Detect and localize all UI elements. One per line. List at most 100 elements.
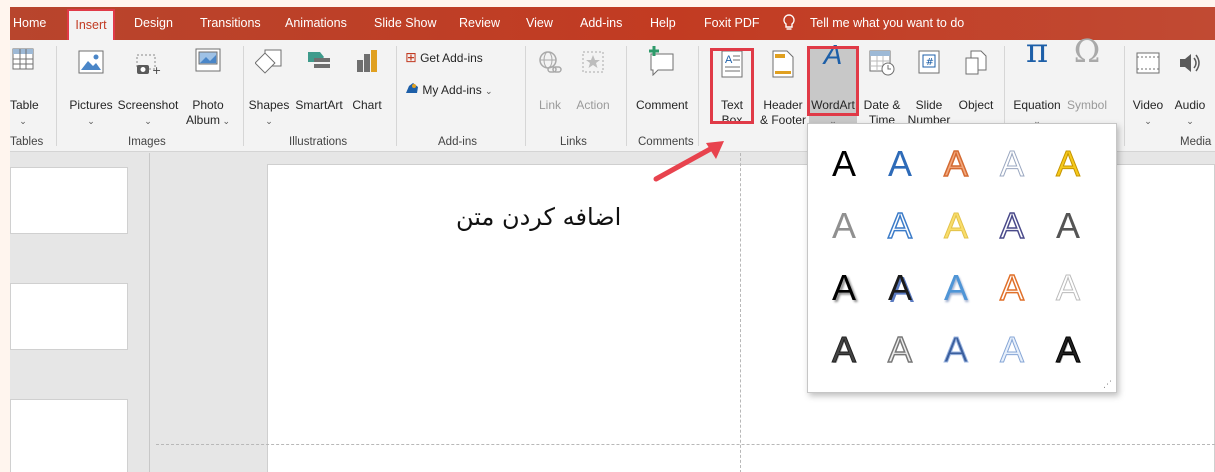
slide-thumbnail[interactable] [10,167,128,234]
wordart-style-black-blue-shadow[interactable]: A [872,260,928,316]
wordart-style-pattern-blue[interactable]: A [928,322,984,378]
resize-grip-icon[interactable]: ⋰ [1103,379,1112,390]
get-add-ins-label: Get Add-ins [420,51,483,65]
chevron-down-icon: ⌄ [485,86,493,96]
divider [396,46,397,146]
store-icon: ⊞ [405,49,417,65]
slide-number-label-1: Slide [915,98,943,112]
wordart-style-gold[interactable]: A [1040,136,1096,192]
screenshot-label: Screenshot [117,98,179,112]
wordart-style-yellow-glow[interactable]: A [928,198,984,254]
date-time-button[interactable]: Date & Time [860,46,904,132]
pictures-button[interactable]: Pictures ⌄ [68,46,114,132]
link-icon [538,50,562,79]
photo-album-label-1: Photo [192,98,224,112]
slide-thumbnail[interactable] [10,399,128,472]
guide-horizontal[interactable] [156,444,1215,445]
smartart-button[interactable]: SmartArt [292,46,346,132]
pane-splitter[interactable] [149,153,150,472]
wordart-style-black-shadow[interactable]: A [816,260,872,316]
action-button[interactable]: Action [572,46,614,132]
red-arrow-icon [653,141,724,182]
wordart-button[interactable]: A WordArt ⌄ [809,39,857,130]
shapes-button[interactable]: Shapes ⌄ [248,46,290,132]
table-icon [12,48,34,73]
wordart-style-blue-outline[interactable]: A [872,198,928,254]
divider [243,46,244,146]
my-add-ins-button[interactable]: My Add-ins ⌄ [405,82,493,102]
pi-icon: π [1025,31,1049,71]
slide-number-icon: # [918,50,940,77]
wordart-style-pale-blue[interactable]: A [984,322,1040,378]
wordart-style-gray[interactable]: A [816,198,872,254]
wordart-style-orange-outline[interactable]: A [928,136,984,192]
tab-add-ins[interactable]: Add-ins [580,16,622,30]
wordart-gallery: A A A A A A A A A A A A A A A A A A A A … [807,123,1117,393]
tab-slide-show[interactable]: Slide Show [374,16,437,30]
photo-album-button[interactable]: Photo Album ⌄ [182,46,234,132]
tab-animations[interactable]: Animations [285,16,347,30]
symbol-button[interactable]: Ω Symbol [1064,35,1110,132]
comment-label: Comment [635,98,688,112]
svg-text:A: A [725,54,733,66]
tab-view[interactable]: View [526,16,553,30]
text-box-label-1: Text [720,98,743,112]
picture-icon [78,50,104,77]
equation-button[interactable]: π Equation ⌄ [1010,31,1064,132]
group-illustrations: Illustrations [289,136,348,148]
wordart-style-double-outline[interactable]: A [984,198,1040,254]
wordart-style-dark-gray[interactable]: A [1040,198,1096,254]
wordart-style-pattern-light[interactable]: A [872,322,928,378]
comment-button[interactable]: Comment [630,46,694,132]
date-time-label-1: Date & [863,98,901,112]
divider [56,46,57,146]
tab-design[interactable]: Design [134,16,173,30]
screenshot-button[interactable]: + Screenshot ⌄ [116,46,180,132]
audio-button[interactable]: Audio ⌄ [1170,46,1210,132]
link-label: Link [538,98,561,112]
object-button[interactable]: Object [954,46,998,132]
my-add-ins-label: My Add-ins [422,83,482,97]
table-button[interactable]: Table ⌄ [10,46,39,132]
header-footer-button[interactable]: Header & Footer [758,46,808,132]
group-images: Images [128,136,166,148]
tab-insert[interactable]: Insert [67,9,115,40]
slide-number-button[interactable]: # Slide Number [904,46,954,132]
comment-icon [648,46,676,79]
wordart-style-pattern-gray[interactable]: A [816,322,872,378]
object-label: Object [958,98,994,112]
tab-transitions[interactable]: Transitions [200,16,261,30]
slide-thumbnail-pane [10,153,150,472]
chevron-down-icon: ⌄ [19,116,27,126]
wordart-style-orange-hollow[interactable]: A [984,260,1040,316]
shapes-label: Shapes [248,98,290,112]
chart-button[interactable]: Chart [348,46,386,132]
divider [626,46,627,146]
tab-home[interactable]: Home [13,16,46,30]
wordart-style-white-outline[interactable]: A [984,136,1040,192]
lightbulb-icon [782,13,796,36]
link-button[interactable]: Link [534,46,566,132]
wordart-style-light-outline[interactable]: A [1040,260,1096,316]
text-box-button[interactable]: A Text Box [712,46,752,132]
divider [698,46,699,146]
tab-review[interactable]: Review [459,16,500,30]
wordart-style-fill-blue[interactable]: A [872,136,928,192]
smartart-label: SmartArt [295,98,343,112]
get-add-ins-button[interactable]: ⊞ Get Add-ins [405,50,483,70]
wordart-style-light-blue[interactable]: A [928,260,984,316]
chart-label: Chart [352,98,382,112]
tab-foxit-pdf[interactable]: Foxit PDF [704,16,760,30]
wordart-icon: A [823,39,843,70]
tell-me-search[interactable]: Tell me what you want to do [810,16,964,30]
wordart-style-pattern-black[interactable]: A [1040,322,1096,378]
powerpoint-window: Home Insert Design Transitions Animation… [10,7,1215,472]
tab-help[interactable]: Help [650,16,676,30]
wordart-style-fill-black[interactable]: A [816,136,872,192]
text-box-label-2: Box [721,113,743,127]
star-action-icon [581,50,605,77]
photo-album-icon [195,48,221,75]
guide-vertical[interactable] [740,153,741,472]
video-button[interactable]: Video ⌄ [1128,46,1168,132]
slide-thumbnail[interactable] [10,283,128,350]
